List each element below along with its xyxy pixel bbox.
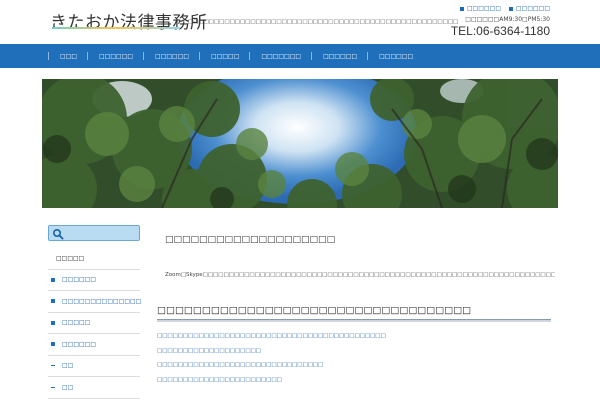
section-divider [157, 320, 551, 322]
site-header: きたおか法律事務所 □□□□□□□□□□□□□□□□□□□□□□□□□□□□□□… [0, 0, 600, 44]
nav-item-label: □□□□□□ [379, 52, 414, 60]
nav-item-1[interactable]: □□□ [48, 44, 87, 68]
nav-item-3[interactable]: □□□□□□ [143, 44, 199, 68]
content-link[interactable]: □□□□□□□□□□□□□□□□□□□□□□□□□□□□□□□□ [157, 362, 386, 377]
nav-separator [249, 52, 251, 60]
content-link[interactable]: □□□□□□□□□□□□□□□□□□□□ [157, 348, 386, 363]
intro-text: Zoom□Skype□□□□□□□□□□□□□□□□□□□□□□□□□□□□□□… [165, 272, 555, 278]
sidebar-item-6[interactable]: □□ [48, 356, 140, 377]
nav-separator [143, 52, 145, 60]
page-title: □□□□□□□□□□□□□□□□□□□□ [165, 235, 336, 245]
forest-canopy-photo [42, 79, 558, 208]
hero-forest-image [42, 79, 558, 208]
sidebar-menu: □□□□□ □□□□□□ □□□□□□□□□□□□□□ □□□□□ □□□□□□… [48, 248, 142, 399]
nav-item-4[interactable]: □□□□□ [199, 44, 249, 68]
nav-separator [311, 52, 313, 60]
site-logo[interactable]: きたおか法律事務所 [50, 8, 208, 33]
sidebar-item-label: □□□□□ [56, 254, 85, 262]
nav-separator [87, 52, 89, 60]
office-hours: □□□□□□AM9:30□PM5:30 [465, 16, 550, 23]
sidebar-item-label: □□□□□ [62, 319, 91, 327]
sidebar-item-2[interactable]: □□□□□□ [48, 270, 140, 291]
square-bullet-icon [51, 277, 55, 282]
sidebar-item-label: □□□□□□□□□□□□□□ [62, 297, 142, 305]
nav-item-label: □□□□□□ [99, 52, 134, 60]
nav-item-label: □□□□□□ [323, 52, 358, 60]
sidebar-item-5[interactable]: □□□□□□ [48, 334, 140, 356]
site-tagline: □□□□□□□□□□□□□□□□□□□□□□□□□□□□□□□□□□□□□□□□… [188, 19, 459, 25]
sidebar-item-home[interactable]: □□□□□ [48, 248, 140, 270]
content-link-list: □□□□□□□□□□□□□□□□□□□□□□□□□□□□□□□□□□□□□□□□… [157, 333, 386, 391]
sidebar-item-7[interactable]: □□ [48, 377, 140, 399]
nav-item-6[interactable]: □□□□□□ [311, 44, 367, 68]
top-link-2[interactable]: □□□□□□ [508, 5, 550, 12]
logo-underline [52, 27, 180, 29]
nav-item-7[interactable]: □□□□□□ [367, 44, 423, 68]
sidebar-item-4[interactable]: □□□□□ [48, 313, 140, 334]
square-bullet-icon [51, 320, 55, 325]
content-link[interactable]: □□□□□□□□□□□□□□□□□□□□□□□□ [157, 377, 386, 392]
sidebar-item-label: □□□□□□ [62, 340, 97, 348]
nav-item-label: □□□ [60, 52, 78, 60]
section-heading: □□□□□□□□□□□□□□□□□□□□□□□□□□□□□□□□□□□ [157, 305, 472, 316]
dash-bullet-icon [51, 365, 55, 367]
top-link-label: □□□□□□ [515, 5, 550, 12]
global-nav: □□□ □□□□□□ □□□□□□ □□□□□ □□□□□□□ □□□□□□ □… [0, 44, 600, 68]
sidebar-item-label: □□ [62, 383, 74, 391]
nav-item-label: □□□□□□ [155, 52, 190, 60]
nav-item-label: □□□□□ [211, 52, 240, 60]
content-link[interactable]: □□□□□□□□□□□□□□□□□□□□□□□□□□□□□□□□□□□□□□□□… [157, 333, 386, 348]
search-icon[interactable] [52, 228, 64, 240]
sidebar-item-label: □□□□□□ [62, 276, 97, 284]
square-bullet-icon [51, 342, 55, 347]
nav-separator [199, 52, 201, 60]
dash-bullet-icon [51, 386, 55, 388]
phone-number[interactable]: TEL:06-6364-1180 [451, 24, 550, 38]
square-bullet-icon [508, 6, 513, 11]
sidebar-item-label: □□ [62, 362, 74, 370]
top-links: □□□□□□ □□□□□□ [459, 5, 550, 12]
nav-item-5[interactable]: □□□□□□□ [249, 44, 311, 68]
top-link-1[interactable]: □□□□□□ [459, 5, 501, 12]
square-bullet-icon [51, 299, 55, 304]
square-bullet-icon [459, 6, 464, 11]
nav-item-2[interactable]: □□□□□□ [87, 44, 143, 68]
nav-item-label: □□□□□□□ [261, 52, 302, 60]
nav-separator [367, 52, 369, 60]
section-divider-line [157, 319, 551, 320]
sidebar-search-input[interactable] [48, 225, 140, 241]
nav-separator [48, 52, 49, 60]
sidebar-item-3[interactable]: □□□□□□□□□□□□□□ [48, 291, 142, 313]
top-link-label: □□□□□□ [466, 5, 501, 12]
